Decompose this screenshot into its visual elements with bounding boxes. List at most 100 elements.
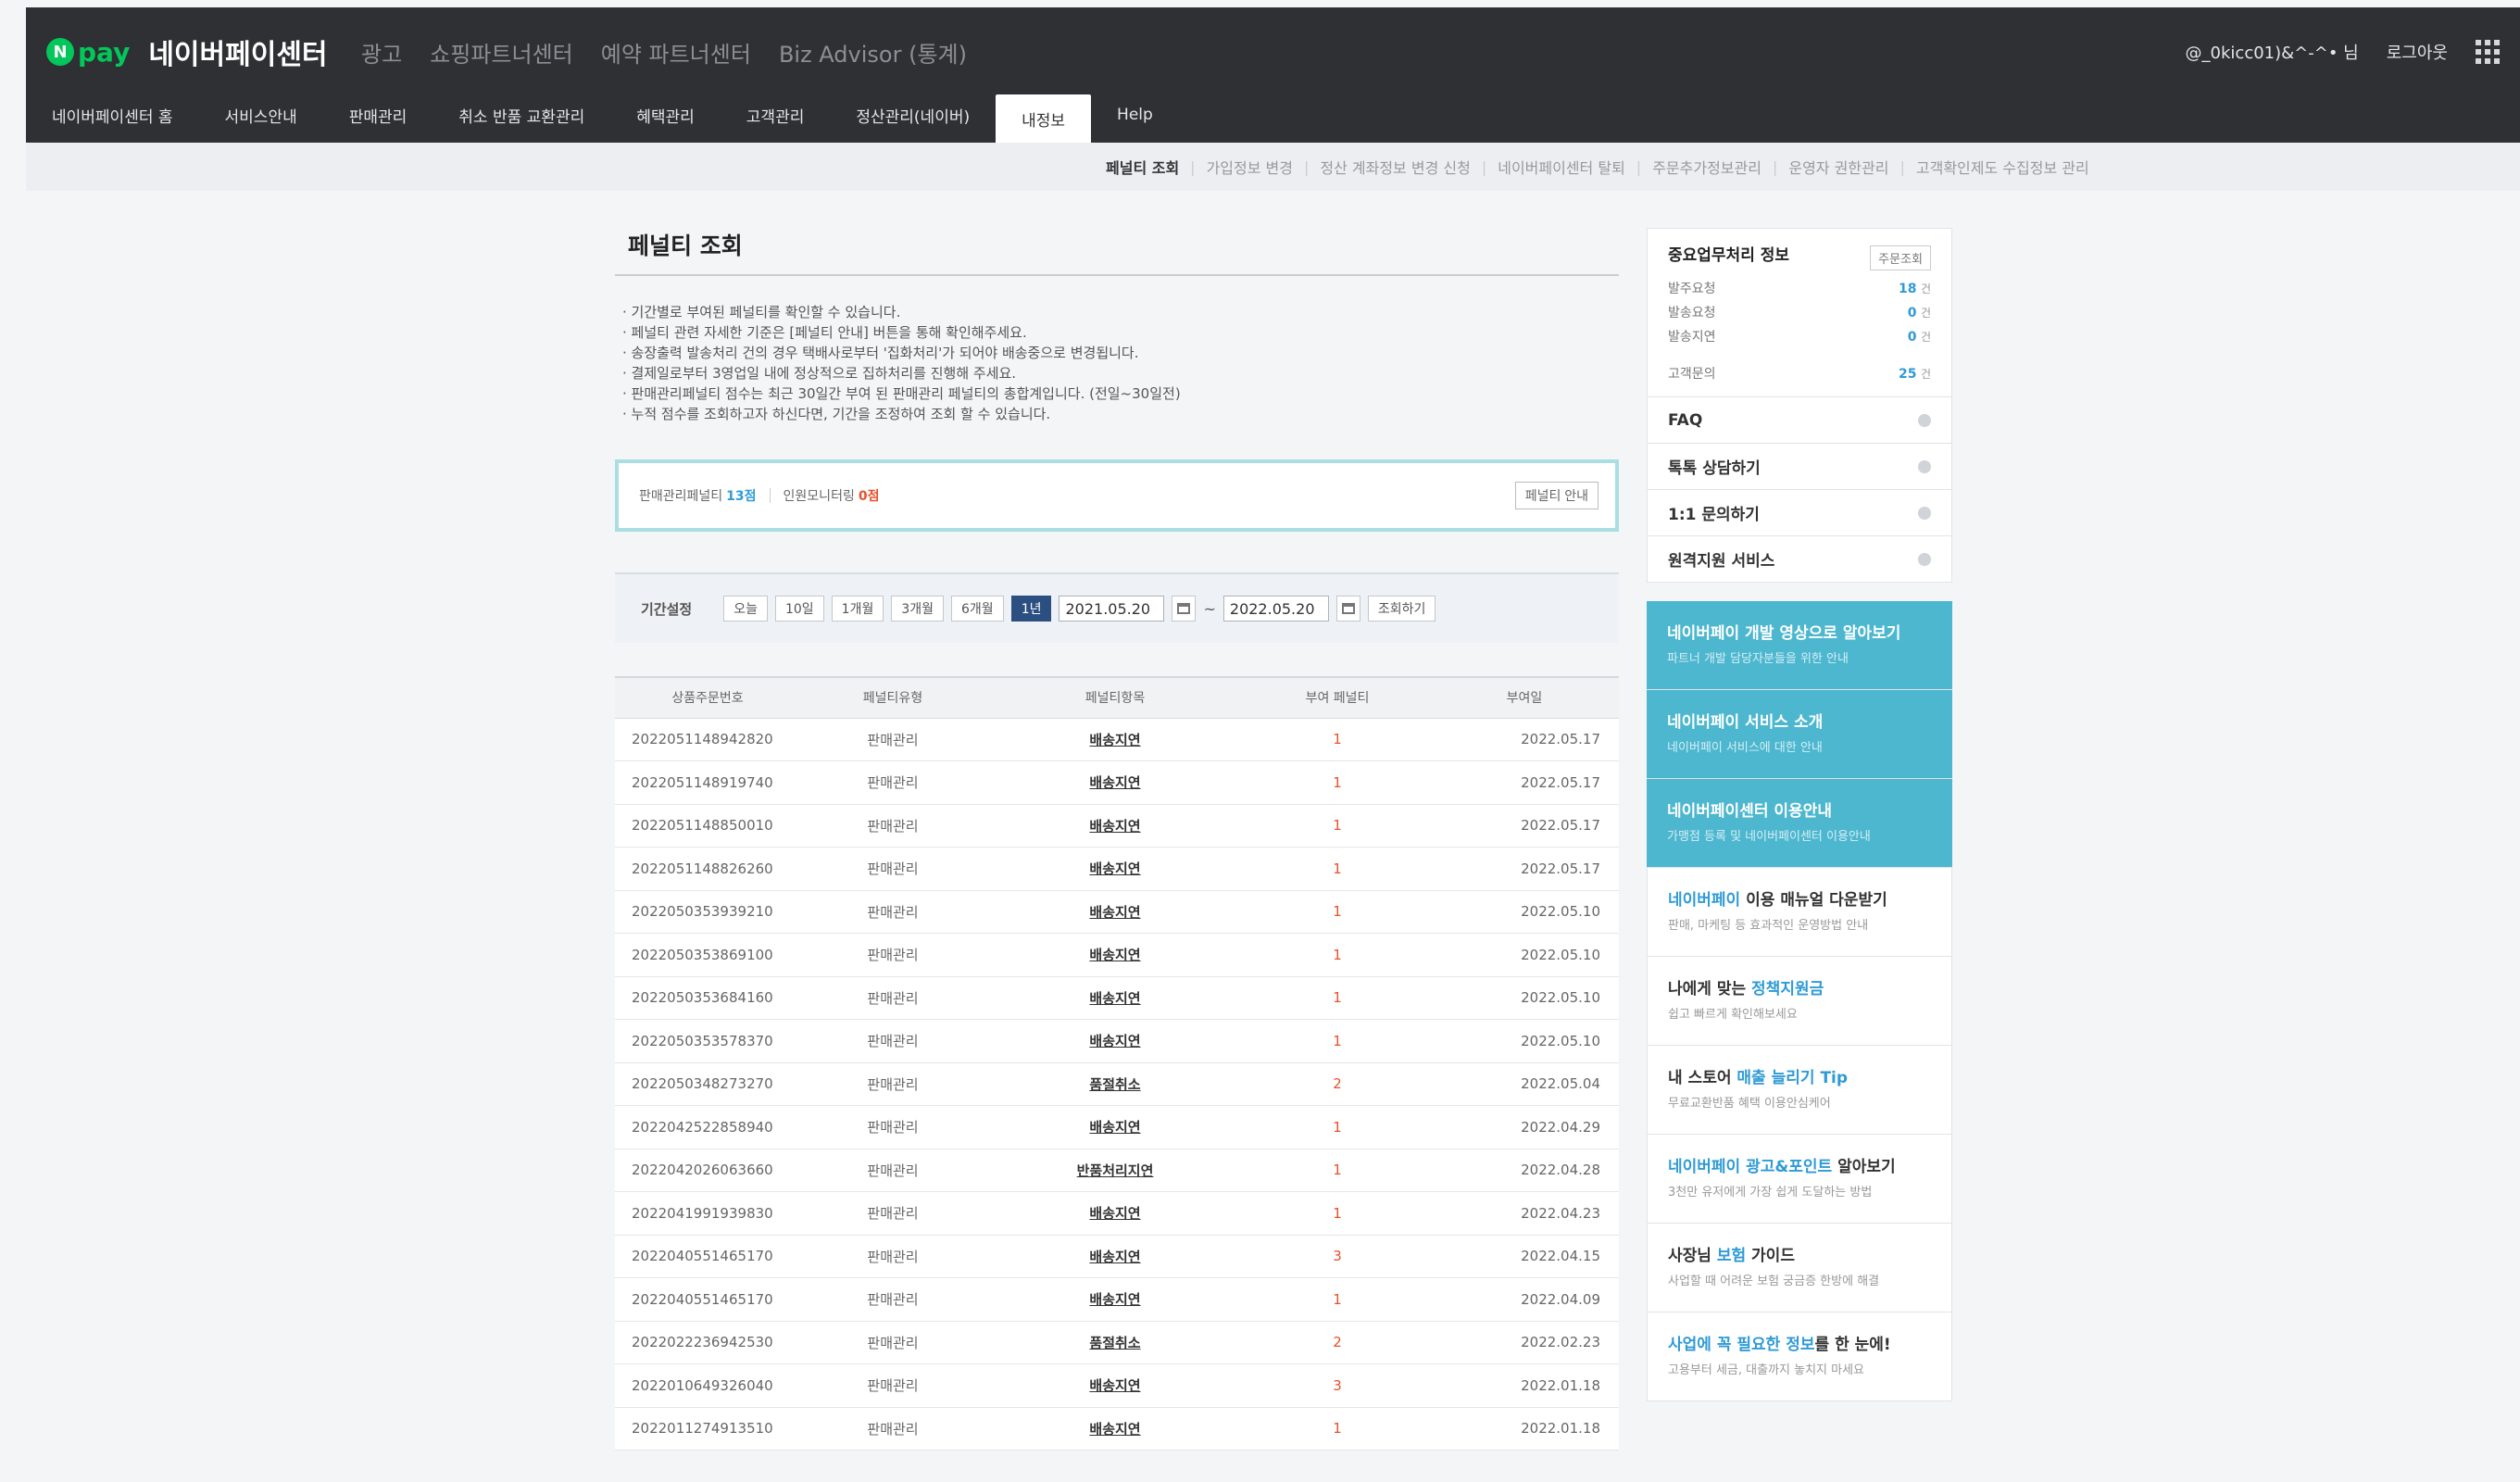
penalty-item-link[interactable]: 배송지연 xyxy=(985,1235,1245,1278)
grant-date-cell: 2022.04.28 xyxy=(1430,1149,1619,1192)
banner-title: 내 스토어 매출 늘리기 Tip xyxy=(1668,1069,1849,1087)
grant-date-cell: 2022.01.18 xyxy=(1430,1363,1619,1408)
sidebar-banner-teal[interactable]: 네이버페이센터 이용안내 가맹점 등록 및 네이버페이센터 이용안내 xyxy=(1647,779,1952,868)
subnav-order-extra[interactable]: 주문추가정보관리 xyxy=(1652,156,1761,178)
notice-item: · 페널티 관련 자세한 기준은 [페널티 안내] 버튼을 통해 확인해주세요. xyxy=(622,324,1027,341)
nav-settlement[interactable]: 정산관리(네이버) xyxy=(830,87,996,143)
order-lookup-button[interactable]: 주문조회 xyxy=(1870,245,1931,270)
banner-subtitle: 가맹점 등록 및 네이버페이센터 이용안내 xyxy=(1667,830,1871,844)
penalty-item-link[interactable]: 품절취소 xyxy=(985,1321,1245,1364)
col-penalty-points: 부여 페널티 xyxy=(1245,676,1430,719)
nav-home[interactable]: 네이버페이센터 홈 xyxy=(26,87,199,143)
penalty-points-cell: 1 xyxy=(1245,933,1430,977)
top-user-area: @_0kicc01)&^-^• 님 로그아웃 xyxy=(2186,28,2500,76)
start-date-input[interactable] xyxy=(1059,596,1165,622)
sidebar-banner[interactable]: 네이버페이 이용 매뉴얼 다운받기 판매, 마케팅 등 효과적인 운영방법 안내 xyxy=(1647,868,1952,957)
penalty-guide-button[interactable]: 페널티 안내 xyxy=(1514,482,1599,509)
penalty-item-link[interactable]: 배송지연 xyxy=(985,1407,1245,1451)
penalty-item-link[interactable]: 배송지연 xyxy=(985,890,1245,934)
grant-date-cell: 2022.04.29 xyxy=(1430,1105,1619,1149)
date-range-tilde: ~ xyxy=(1203,599,1216,618)
penalty-item-link[interactable]: 배송지연 xyxy=(985,718,1245,761)
period-6m-button[interactable]: 6개월 xyxy=(951,596,1004,622)
sidebar-banner[interactable]: 사업에 꼭 필요한 정보를 한 눈에! 고용부터 세금, 대출까지 놓치지 마세요 xyxy=(1647,1312,1952,1401)
nav-claims[interactable]: 취소 반품 교환관리 xyxy=(433,87,610,143)
nav-customers[interactable]: 고객관리 xyxy=(721,87,831,143)
table-row: 2022051148850010 판매관리 배송지연 1 2022.05.17 xyxy=(615,804,1619,848)
grant-date-cell: 2022.05.10 xyxy=(1430,976,1619,1020)
subnav-operator[interactable]: 운영자 권한관리 xyxy=(1788,156,1888,178)
banner-subtitle: 고용부터 세금, 대출까지 놓치지 마세요 xyxy=(1668,1363,1865,1377)
logout-button[interactable]: 로그아웃 xyxy=(2387,40,2448,64)
table-row: 2022050348273270 판매관리 품절취소 2 2022.05.04 xyxy=(615,1062,1619,1106)
nav-service-guide[interactable]: 서비스안내 xyxy=(199,87,323,143)
task-row[interactable]: 고객문의 25 건 xyxy=(1668,361,1931,385)
calendar-icon[interactable] xyxy=(1172,596,1197,622)
sidebar-link-inquiry[interactable]: 1:1 문의하기 xyxy=(1647,490,1952,536)
subnav-settlement-account[interactable]: 정산 계좌정보 변경 신청 xyxy=(1320,156,1470,178)
top-link-biz-advisor[interactable]: Biz Advisor (통계) xyxy=(779,36,967,69)
top-link-shopping-partner[interactable]: 쇼핑파트너센터 xyxy=(430,36,573,69)
penalty-item-link[interactable]: 배송지연 xyxy=(985,847,1245,891)
penalty-points-cell: 1 xyxy=(1245,1191,1430,1236)
npay-logo-icon: N xyxy=(46,38,74,66)
penalty-item-link[interactable]: 배송지연 xyxy=(985,804,1245,848)
penalty-item-link[interactable]: 배송지연 xyxy=(985,976,1245,1020)
top-link-ads[interactable]: 광고 xyxy=(361,36,402,69)
penalty-points-cell: 1 xyxy=(1245,760,1430,805)
penalty-item-link[interactable]: 반품처리지연 xyxy=(985,1149,1245,1192)
penalty-points-cell: 1 xyxy=(1245,847,1430,891)
order-number-cell: 2022051148942820 xyxy=(615,718,800,761)
grant-date-cell: 2022.01.18 xyxy=(1430,1407,1619,1451)
sidebar-link-faq[interactable]: FAQ xyxy=(1647,397,1952,444)
penalty-item-link[interactable]: 품절취소 xyxy=(985,1062,1245,1106)
sidebar-banner-teal[interactable]: 네이버페이 개발 영상으로 알아보기 파트너 개발 담당자분들을 위한 안내 xyxy=(1647,601,1952,690)
sidebar-banner[interactable]: 내 스토어 매출 늘리기 Tip 무료교환반품 혜택 이용안심케어 xyxy=(1647,1046,1952,1135)
subnav-account-info[interactable]: 가입정보 변경 xyxy=(1207,156,1293,178)
period-10d-button[interactable]: 10일 xyxy=(774,596,824,622)
table-row: 2022042522858940 판매관리 배송지연 1 2022.04.29 xyxy=(615,1105,1619,1149)
nav-help[interactable]: Help xyxy=(1091,87,1179,143)
task-row[interactable]: 발송지연 0 건 xyxy=(1668,324,1931,348)
chevron-icon xyxy=(1918,506,1931,520)
subnav-withdraw[interactable]: 네이버페이센터 탈퇴 xyxy=(1498,156,1625,178)
sidebar-banner[interactable]: 나에게 맞는 정책지원금 쉽고 빠르게 확인해보세요 xyxy=(1647,957,1952,1046)
search-button[interactable]: 조회하기 xyxy=(1367,596,1436,622)
penalty-type-cell: 판매관리 xyxy=(800,1321,985,1364)
penalty-item-link[interactable]: 배송지연 xyxy=(985,760,1245,805)
period-1y-button[interactable]: 1년 xyxy=(1010,596,1052,622)
nav-my-info[interactable]: 내정보 xyxy=(996,94,1092,143)
penalty-item-link[interactable]: 배송지연 xyxy=(985,1105,1245,1149)
brand-logo[interactable]: N pay 네이버페이센터 xyxy=(46,28,328,76)
penalty-points-cell: 1 xyxy=(1245,1277,1430,1322)
subnav-kyc[interactable]: 고객확인제도 수집정보 관리 xyxy=(1916,156,2089,178)
apps-grid-icon[interactable] xyxy=(2476,40,2500,64)
period-1m-button[interactable]: 1개월 xyxy=(831,596,884,622)
period-today-button[interactable]: 오늘 xyxy=(723,596,768,622)
penalty-points-cell: 3 xyxy=(1245,1235,1430,1278)
penalty-item-link[interactable]: 배송지연 xyxy=(985,1019,1245,1063)
period-3m-button[interactable]: 3개월 xyxy=(891,596,945,622)
nav-benefits[interactable]: 혜택관리 xyxy=(610,87,721,143)
sidebar-banner[interactable]: 네이버페이 광고&포인트 알아보기 3천만 유저에게 가장 쉽게 도달하는 방법 xyxy=(1647,1135,1952,1224)
task-row[interactable]: 발송요청 0 건 xyxy=(1668,300,1931,324)
task-row[interactable]: 발주요청 18 건 xyxy=(1668,276,1931,300)
grant-date-cell: 2022.02.23 xyxy=(1430,1321,1619,1364)
top-link-reservation-partner[interactable]: 예약 파트너센터 xyxy=(601,36,751,69)
penalty-item-link[interactable]: 배송지연 xyxy=(985,1277,1245,1322)
sidebar-link-remote-support[interactable]: 원격지원 서비스 xyxy=(1647,536,1952,583)
grant-date-cell: 2022.05.17 xyxy=(1430,804,1619,848)
sidebar-link-talktalk[interactable]: 톡톡 상담하기 xyxy=(1647,444,1952,490)
nav-sales[interactable]: 판매관리 xyxy=(323,87,433,143)
calendar-icon[interactable] xyxy=(1335,596,1360,622)
penalty-points-cell: 1 xyxy=(1245,1149,1430,1192)
penalty-item-link[interactable]: 배송지연 xyxy=(985,933,1245,977)
end-date-input[interactable] xyxy=(1222,596,1329,622)
penalty-item-link[interactable]: 배송지연 xyxy=(985,1363,1245,1408)
subnav-penalty[interactable]: 페널티 조회 xyxy=(1106,156,1179,178)
sidebar-banner[interactable]: 사장님 보험 가이드 사업할 때 어려운 보험 궁금증 한방에 해결 xyxy=(1647,1224,1952,1312)
user-name[interactable]: @_0kicc01)&^-^• 님 xyxy=(2186,40,2359,64)
order-number-cell: 2022041991939830 xyxy=(615,1191,800,1236)
penalty-item-link[interactable]: 배송지연 xyxy=(985,1191,1245,1236)
sidebar-banner-teal[interactable]: 네이버페이 서비스 소개 네이버페이 서비스에 대한 안내 xyxy=(1647,690,1952,779)
